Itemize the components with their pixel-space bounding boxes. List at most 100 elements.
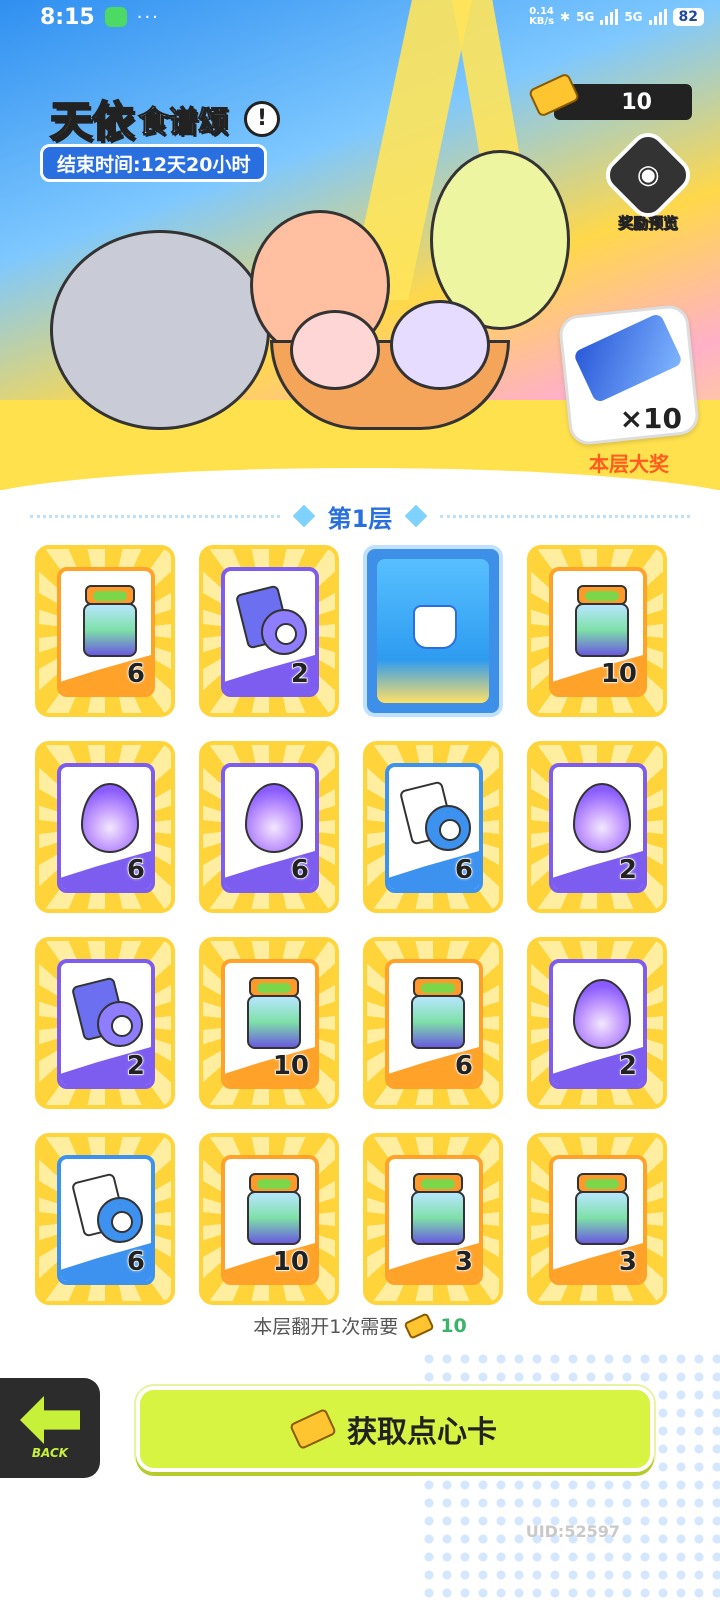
- message-icon: [104, 7, 127, 27]
- reward-preview-icon: ◉: [598, 125, 698, 225]
- reward-card[interactable]: 6: [35, 741, 175, 913]
- diamond-icon: [405, 504, 428, 528]
- reward-card[interactable]: 10: [527, 545, 667, 717]
- reward-card[interactable]: 6: [199, 741, 339, 913]
- status-time: 8:15: [40, 4, 95, 30]
- reward-card[interactable]: 10: [199, 1133, 339, 1305]
- reward-card-face: 6: [57, 1155, 155, 1285]
- grand-prize[interactable]: ×10 本层大奖: [554, 300, 704, 486]
- reward-preview-button[interactable]: ◉ 奖励预览: [598, 125, 698, 233]
- reward-card-face: 10: [549, 567, 647, 697]
- ticket-icon: [288, 1407, 338, 1451]
- reward-card[interactable]: 6: [35, 1133, 175, 1305]
- reward-card-face: 6: [57, 763, 155, 893]
- flip-cost-text: 本层翻开1次需要: [253, 1316, 399, 1338]
- card-count: 3: [618, 1246, 638, 1278]
- reward-card-face: 10: [221, 959, 319, 1089]
- purple-flame-icon: [75, 781, 145, 855]
- ticket-count-value: 10: [621, 89, 652, 115]
- reward-card[interactable]: 6: [363, 741, 503, 913]
- reward-card-face: 6: [385, 763, 483, 893]
- event-title: 天依 食谱颂 !: [49, 88, 281, 149]
- tape-card-icon: [70, 976, 145, 1051]
- card-count: 3: [454, 1246, 474, 1278]
- layer-title: 第1层: [327, 504, 393, 533]
- status-bar: 8:15 ··· 0.14 KB/s ✱ 5G 5G 82: [0, 0, 720, 34]
- grand-prize-label: 本层大奖: [589, 452, 669, 476]
- ticket-icon: [527, 72, 581, 118]
- bun-icon: [413, 605, 457, 649]
- network-speed: 0.14 KB/s: [529, 7, 554, 27]
- reward-card[interactable]: 10: [199, 937, 339, 1109]
- ticket-icon: [403, 1311, 435, 1340]
- user-id: UID:52597: [525, 1522, 620, 1541]
- reward-card-face: 3: [549, 1155, 647, 1285]
- back-label: BACK: [31, 1446, 69, 1460]
- ticket-counter: 10: [527, 72, 692, 120]
- reward-card-face: 2: [549, 763, 647, 893]
- purple-bun: [390, 300, 490, 390]
- slime-jar-icon: [239, 977, 309, 1051]
- get-snack-card-button[interactable]: 获取点心卡: [136, 1386, 654, 1472]
- card-count: 10: [272, 1246, 310, 1278]
- grand-prize-quantity: ×10: [619, 402, 682, 435]
- pig-bun: [290, 310, 380, 390]
- title-main: 天依: [49, 96, 135, 147]
- reward-card[interactable]: 2: [199, 545, 339, 717]
- reward-card-face: 10: [221, 1155, 319, 1285]
- purple-flame-icon: [567, 977, 637, 1051]
- slime-jar-icon: [567, 585, 637, 659]
- face-down-card[interactable]: [363, 545, 503, 717]
- back-arrow-icon: [20, 1396, 80, 1444]
- reward-card-face: 2: [549, 959, 647, 1089]
- reward-card-face: 2: [221, 567, 319, 697]
- divider: [440, 514, 691, 518]
- card-count: 6: [126, 1246, 146, 1278]
- reward-card[interactable]: 2: [35, 937, 175, 1109]
- battery-icon: 82: [672, 8, 704, 26]
- reward-card-face: 6: [385, 959, 483, 1089]
- purple-flame-icon: [239, 781, 309, 855]
- slime-jar-icon: [567, 1173, 637, 1247]
- reward-card-face: 6: [57, 567, 155, 697]
- card-count: 6: [290, 854, 310, 886]
- slime-jar-icon: [403, 977, 473, 1051]
- card-count: 6: [126, 854, 146, 886]
- card-count: 2: [126, 1050, 146, 1082]
- card-count: 2: [618, 1050, 638, 1082]
- end-time-badge: 结束时间:12天20小时: [40, 144, 268, 182]
- card-count: 10: [272, 1050, 310, 1082]
- divider: [30, 514, 280, 518]
- signal-icon: [648, 9, 667, 25]
- tape-card-icon: [70, 1172, 145, 1247]
- tape-card-icon: [398, 780, 473, 855]
- back-button[interactable]: BACK: [0, 1378, 100, 1478]
- slime-jar-icon: [239, 1173, 309, 1247]
- card-count: 6: [454, 1050, 474, 1082]
- sim2-label: 5G: [624, 10, 643, 24]
- layer-header: 第1层: [30, 500, 691, 533]
- bluetooth-icon: ✱: [560, 10, 571, 24]
- flip-cost-value: 10: [440, 1314, 467, 1337]
- character-illustration: [50, 150, 570, 440]
- purple-flame-icon: [567, 781, 637, 855]
- diamond-icon: [292, 504, 315, 528]
- reward-card[interactable]: 2: [527, 741, 667, 913]
- reward-card[interactable]: 6: [35, 545, 175, 717]
- get-snack-card-label: 获取点心卡: [347, 1415, 497, 1450]
- slime-jar-icon: [403, 1173, 473, 1247]
- card-count: 2: [290, 658, 310, 690]
- event-banner: 天依 食谱颂 ! 结束时间:12天20小时 10 ◉ 奖励预览 ×10 本层大奖: [0, 0, 720, 490]
- card-count: 6: [454, 854, 474, 886]
- flip-cost: 本层翻开1次需要 10: [0, 1311, 720, 1340]
- card-count: 6: [126, 658, 146, 690]
- reward-card[interactable]: 6: [363, 937, 503, 1109]
- info-icon[interactable]: !: [244, 100, 281, 137]
- reward-card-face: 2: [57, 959, 155, 1089]
- reward-card[interactable]: 2: [527, 937, 667, 1109]
- reward-card[interactable]: 3: [363, 1133, 503, 1305]
- card-count: 10: [600, 658, 638, 690]
- reward-card[interactable]: 3: [527, 1133, 667, 1305]
- tape-card-icon: [234, 584, 309, 659]
- more-notifications-icon: ···: [136, 6, 160, 28]
